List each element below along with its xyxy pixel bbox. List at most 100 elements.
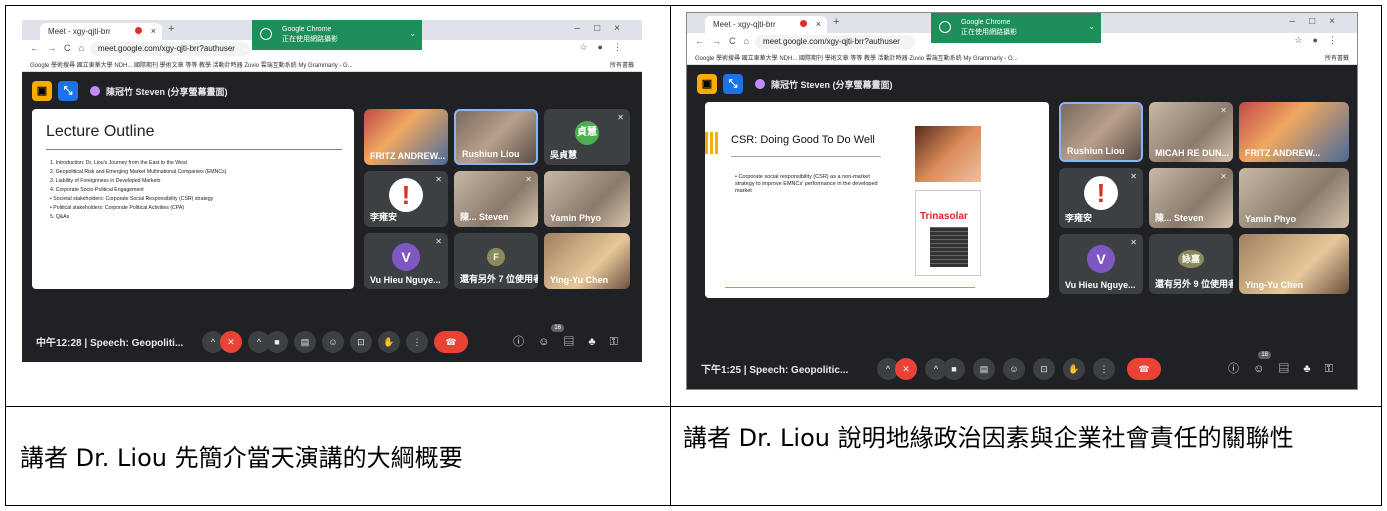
toast-title: Google Chrome <box>282 26 332 33</box>
url-field[interactable]: meet.google.com/xgy-qjti-brr?authuser <box>90 42 250 56</box>
mic-off-icon: ✕ <box>1130 172 1137 181</box>
participant-tile[interactable]: Yamin Phyo <box>1239 168 1349 228</box>
leave-call-button[interactable]: ☎ <box>434 331 468 353</box>
mic-off-button[interactable]: ✕ <box>895 358 917 380</box>
present-button[interactable]: ⊡ <box>1033 358 1055 380</box>
chevron-down-icon[interactable]: ⌄ <box>1088 22 1095 32</box>
control-bar: 下午1:25 | Speech: Geopolitic... ^ ✕ ^ ■ ▤… <box>687 349 1357 389</box>
shared-slide: CSR: Doing Good To Do Well • Corporate s… <box>705 102 1049 298</box>
right-controls[interactable]: ⓘ☺▤♣⚿ <box>1228 360 1347 376</box>
slide-title: CSR: Doing Good To Do Well <box>731 134 875 146</box>
mic-off-button[interactable]: ✕ <box>220 331 242 353</box>
people-count-badge: 18 <box>1258 351 1271 359</box>
captions-button[interactable]: ▤ <box>294 331 316 353</box>
browser-tab[interactable]: Meet - xgy-qjti-brr × <box>705 16 827 33</box>
meet-area: ▣ ⤡ 陳冠竹 Steven (分享螢幕畫面) Lecture Outline … <box>22 73 642 362</box>
bookmark-items[interactable]: Google 學術搜尋 國立東華大學 NDH... 國際期刊 學術文章 等等 教… <box>695 53 1018 62</box>
layout-icon[interactable]: ▣ <box>32 81 52 101</box>
chevron-down-icon[interactable]: ⌄ <box>409 29 416 39</box>
pin-icon[interactable]: ⤡ <box>58 81 78 101</box>
participant-name: FRITZ ANDREW... <box>1245 148 1321 158</box>
mic-off-icon: ✕ <box>435 237 442 246</box>
present-button[interactable]: ⊡ <box>350 331 372 353</box>
new-tab-icon[interactable]: + <box>833 16 839 28</box>
slide-rule <box>46 149 342 150</box>
browser-actions[interactable]: ☆●⋮ <box>1294 35 1347 46</box>
more-options-icon[interactable]: ⋮ <box>1093 358 1115 380</box>
more-options-icon[interactable]: ⋮ <box>406 331 428 353</box>
window-controls[interactable]: –□× <box>575 23 634 34</box>
participant-tile[interactable]: F 還有另外 7 位使用者 <box>454 233 538 289</box>
close-tab-icon[interactable]: × <box>816 19 821 29</box>
meeting-clock: 下午1:25 | Speech: Geopolitic... <box>701 365 849 376</box>
raise-hand-button[interactable]: ✋ <box>378 331 400 353</box>
participant-tile[interactable]: 詠嘉 還有另外 9 位使用者 <box>1149 234 1233 294</box>
emoji-button[interactable]: ☺ <box>1003 358 1025 380</box>
participant-tile[interactable]: ✕ 貞慧 吳貞慧 <box>544 109 630 165</box>
raise-hand-button[interactable]: ✋ <box>1063 358 1085 380</box>
participant-tile[interactable]: FRITZ ANDREW... <box>1239 102 1349 162</box>
participant-tile[interactable]: ✕ ! 李雍安 <box>1059 168 1143 228</box>
tab-title: Meet - xgy-qjti-brr <box>48 27 111 36</box>
participant-tile[interactable]: ✕ 陳... Steven <box>454 171 538 227</box>
participant-tile[interactable]: ✕ 陳... Steven <box>1149 168 1233 228</box>
control-bar: 中午12:28 | Speech: Geopoliti... ^ ✕ ^ ■ ▤… <box>22 322 642 362</box>
layout-icon[interactable]: ▣ <box>697 74 717 94</box>
participant-name: MICAH RE DUN... <box>1155 148 1229 158</box>
participant-tile[interactable]: ✕ V Vu Hieu Nguye... <box>1059 234 1143 294</box>
slide-title: Lecture Outline <box>46 123 155 140</box>
bookmarks-bar: Google 學術搜尋 國立東華大學 NDH... 國際期刊 學術文章 等等 教… <box>687 51 1357 65</box>
slide-body: • Corporate social responsibility (CSR) … <box>735 174 878 194</box>
avatar: V <box>392 242 420 271</box>
shared-slide: Lecture Outline 1. Introduction: Dr. Lio… <box>32 109 354 289</box>
outline-item: • Societal stakeholders: Corporate Socia… <box>50 196 214 202</box>
camera-icon <box>939 21 951 33</box>
participant-tile[interactable]: Rushiun Liou <box>1059 102 1143 162</box>
url-field[interactable]: meet.google.com/xgy-qjti-brr?authuser <box>755 35 915 49</box>
meeting-name: Speech: Geopoliti... <box>89 338 184 349</box>
mic-off-icon: ✕ <box>1130 238 1137 247</box>
new-tab-icon[interactable]: + <box>168 23 174 35</box>
outline-item: 4. Corporate Socio-Political Engagement <box>50 187 144 193</box>
nav-buttons[interactable]: ←→C⌂ <box>30 43 92 53</box>
participant-tile[interactable]: Rushiun Liou <box>454 109 538 165</box>
camera-button[interactable]: ■ <box>943 358 965 380</box>
browser-tab[interactable]: Meet - xgy-qjti-brr × <box>40 23 162 40</box>
camera-icon <box>260 28 272 40</box>
all-bookmarks[interactable]: 所有書籤 <box>1325 53 1349 62</box>
participant-name: Yamin Phyo <box>550 213 602 223</box>
participant-tile[interactable]: ✕ ! 李雍安 <box>364 171 448 227</box>
chrome-camera-toast[interactable]: Google Chrome 正在使用網路攝影 ⌄ <box>931 13 1101 43</box>
leave-call-button[interactable]: ☎ <box>1127 358 1161 380</box>
meet-area: ▣ ⤡ 陳冠竹 Steven (分享螢幕畫面) CSR: Doing Good … <box>687 66 1357 389</box>
participant-tile[interactable]: Yamin Phyo <box>544 171 630 227</box>
close-tab-icon[interactable]: × <box>151 26 156 36</box>
camera-button[interactable]: ■ <box>266 331 288 353</box>
avatar: F <box>487 247 505 266</box>
captions-button[interactable]: ▤ <box>973 358 995 380</box>
participant-tile[interactable]: ✕ MICAH RE DUN... <box>1149 102 1233 162</box>
pin-icon[interactable]: ⤡ <box>723 74 743 94</box>
window-controls[interactable]: –□× <box>1290 16 1349 27</box>
emoji-button[interactable]: ☺ <box>322 331 344 353</box>
solar-panel-image <box>930 227 968 267</box>
participant-tile[interactable]: Ying-Yu Chen <box>544 233 630 289</box>
toast-title: Google Chrome <box>961 19 1011 26</box>
participant-tile[interactable]: ✕ V Vu Hieu Nguye... <box>364 233 448 289</box>
chrome-camera-toast[interactable]: Google Chrome 正在使用網路攝影 ⌄ <box>252 20 422 50</box>
slide-accent <box>705 132 727 162</box>
all-bookmarks[interactable]: 所有書籤 <box>610 60 634 69</box>
right-controls[interactable]: ⓘ☺▤♣⚿ <box>513 333 632 349</box>
nav-buttons[interactable]: ←→C⌂ <box>695 36 757 46</box>
mic-off-icon: ✕ <box>435 175 442 184</box>
participant-tile[interactable]: Ying-Yu Chen <box>1239 234 1349 294</box>
browser-actions[interactable]: ☆●⋮ <box>579 42 632 53</box>
outline-item: 3. Liability of Foreignness in Developed… <box>50 178 161 184</box>
alert-icon: ! <box>1084 176 1118 211</box>
tab-title: Meet - xgy-qjti-brr <box>713 20 776 29</box>
meet-screenshot-1: Meet - xgy-qjti-brr × + –□× ←→C⌂ meet.go… <box>22 20 642 362</box>
mic-off-icon: ✕ <box>1220 106 1227 115</box>
bookmark-items[interactable]: Google 學術搜尋 國立東華大學 NDH... 國際期刊 學術文章 等等 教… <box>30 60 353 69</box>
participant-tile[interactable]: FRITZ ANDREW... <box>364 109 448 165</box>
toast-subtitle: 正在使用網路攝影 <box>282 36 338 43</box>
